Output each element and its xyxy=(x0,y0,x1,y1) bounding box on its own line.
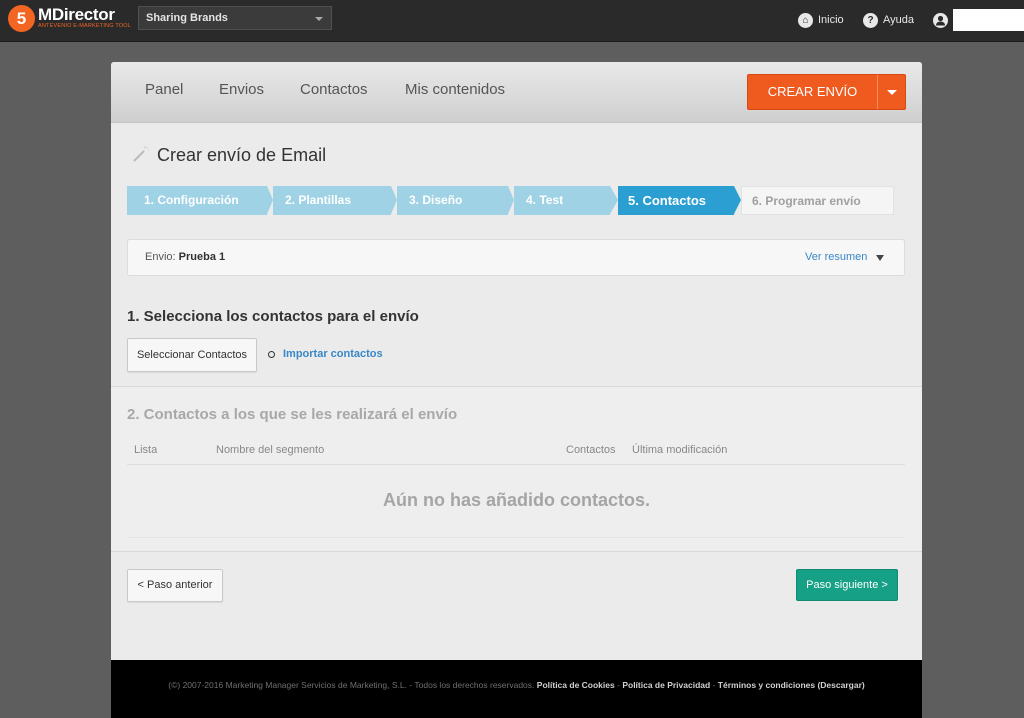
step-label: 4. Test xyxy=(526,193,564,207)
crear-envio-button[interactable]: CREAR ENVÍO xyxy=(747,74,906,110)
logo-tagline: ANTEVENIO E-MARKETING TOOL xyxy=(38,23,132,29)
envio-name: Prueba 1 xyxy=(178,251,226,263)
section-added-contacts-title: 2. Contactos a los que se les realizará … xyxy=(127,406,458,423)
crear-envio-dropdown[interactable] xyxy=(877,75,906,109)
paso-anterior-button[interactable]: < Paso anterior xyxy=(127,569,223,602)
logo-badge: 5 xyxy=(8,4,35,32)
column-header-lista[interactable]: Lista xyxy=(134,444,157,456)
mdirector-logo[interactable]: 5 MDirector ANTEVENIO E-MARKETING TOOL xyxy=(8,3,131,33)
ver-resumen-link[interactable]: Ver resumen xyxy=(805,251,867,263)
seleccionar-contactos-button[interactable]: Seleccionar Contactos xyxy=(127,338,257,372)
step-contactos[interactable]: 5. Contactos xyxy=(618,186,734,215)
chevron-down-icon xyxy=(315,17,323,21)
footer-text: (©) 2007-2016 Marketing Manager Servicio… xyxy=(111,680,922,690)
step-diseno[interactable]: 3. Diseño xyxy=(397,186,508,215)
step-active-arrow xyxy=(734,186,741,214)
envio-label: Envio: xyxy=(145,251,176,263)
step-configuracion[interactable]: 1. Configuración xyxy=(127,186,267,215)
main-panel: Panel Envios Contactos Mis contenidos CR… xyxy=(111,62,922,660)
nav-inicio-label: Inicio xyxy=(818,14,844,26)
magic-wand-icon xyxy=(133,146,149,162)
importar-contactos-link[interactable]: Importar contactos xyxy=(283,348,383,360)
logo-text: MDirector ANTEVENIO E-MARKETING TOOL xyxy=(38,6,131,30)
column-header-ultima-modificacion[interactable]: Última modificación xyxy=(632,444,727,456)
column-header-nombre-segmento[interactable]: Nombre del segmento xyxy=(216,444,324,456)
footer-link-privacidad[interactable]: Política de Privacidad xyxy=(622,680,710,690)
user-name-box[interactable] xyxy=(953,9,1024,31)
panel-header: Panel Envios Contactos Mis contenidos CR… xyxy=(111,62,922,123)
column-header-contactos[interactable]: Contactos xyxy=(566,444,616,456)
nav-envios[interactable]: Envios xyxy=(219,81,264,98)
brand-select[interactable]: Sharing Brands xyxy=(138,6,332,30)
caret-down-icon[interactable] xyxy=(876,255,884,261)
nav-panel[interactable]: Panel xyxy=(145,81,183,98)
page-title: Crear envío de Email xyxy=(157,145,327,165)
footer-copyright: (©) 2007-2016 Marketing Manager Servicio… xyxy=(168,680,535,690)
divider xyxy=(111,551,922,552)
step-label: 5. Contactos xyxy=(628,193,707,208)
footer-link-cookies[interactable]: Política de Cookies xyxy=(537,680,615,690)
step-label: 3. Diseño xyxy=(409,193,463,207)
table-header-divider xyxy=(127,464,905,465)
step-separator xyxy=(610,186,618,214)
table-bottom-divider xyxy=(127,537,905,538)
home-icon: ⌂ xyxy=(798,12,813,28)
logo-name: MDirector xyxy=(38,5,115,24)
chevron-down-icon xyxy=(887,90,897,95)
bullet-icon xyxy=(268,351,275,358)
empty-contacts-message: Aún no has añadido contactos. xyxy=(382,490,651,510)
step-test[interactable]: 4. Test xyxy=(514,186,610,215)
step-plantillas[interactable]: 2. Plantillas xyxy=(273,186,391,215)
footer-link-terminos[interactable]: Términos y condiciones (Descargar) xyxy=(718,680,865,690)
footer-separator: - xyxy=(712,680,716,690)
footer-separator: - xyxy=(617,680,620,690)
step-label: 6. Programar envío xyxy=(752,194,861,208)
envio-summary-box: Envio: Prueba 1 Ver resumen xyxy=(127,239,905,276)
nav-inicio[interactable]: ⌂ Inicio xyxy=(798,11,844,29)
nav-ayuda-label: Ayuda xyxy=(883,14,914,26)
footer: (©) 2007-2016 Marketing Manager Servicio… xyxy=(111,660,922,718)
top-bar: 5 MDirector ANTEVENIO E-MARKETING TOOL S… xyxy=(0,0,1024,42)
crear-envio-label: CREAR ENVÍO xyxy=(767,84,858,99)
step-label: 2. Plantillas xyxy=(285,193,352,207)
step-programar-envio[interactable]: 6. Programar envío xyxy=(741,186,894,215)
section-added-contacts: 2. Contactos a los que se les realizará … xyxy=(111,387,922,551)
paso-siguiente-button[interactable]: Paso siguiente > xyxy=(796,569,898,601)
help-icon: ? xyxy=(863,12,878,28)
brand-select-value: Sharing Brands xyxy=(146,12,228,24)
nav-mis-contenidos[interactable]: Mis contenidos xyxy=(405,81,505,98)
section-select-contacts-title: 1. Selecciona los contactos para el enví… xyxy=(127,308,419,325)
nav-ayuda[interactable]: ? Ayuda xyxy=(863,11,914,29)
user-icon xyxy=(933,12,948,28)
envio-summary: Envio: Prueba 1 xyxy=(145,251,225,263)
nav-contactos[interactable]: Contactos xyxy=(300,81,368,98)
step-label: 1. Configuración xyxy=(144,193,239,207)
user-menu[interactable] xyxy=(933,11,953,29)
